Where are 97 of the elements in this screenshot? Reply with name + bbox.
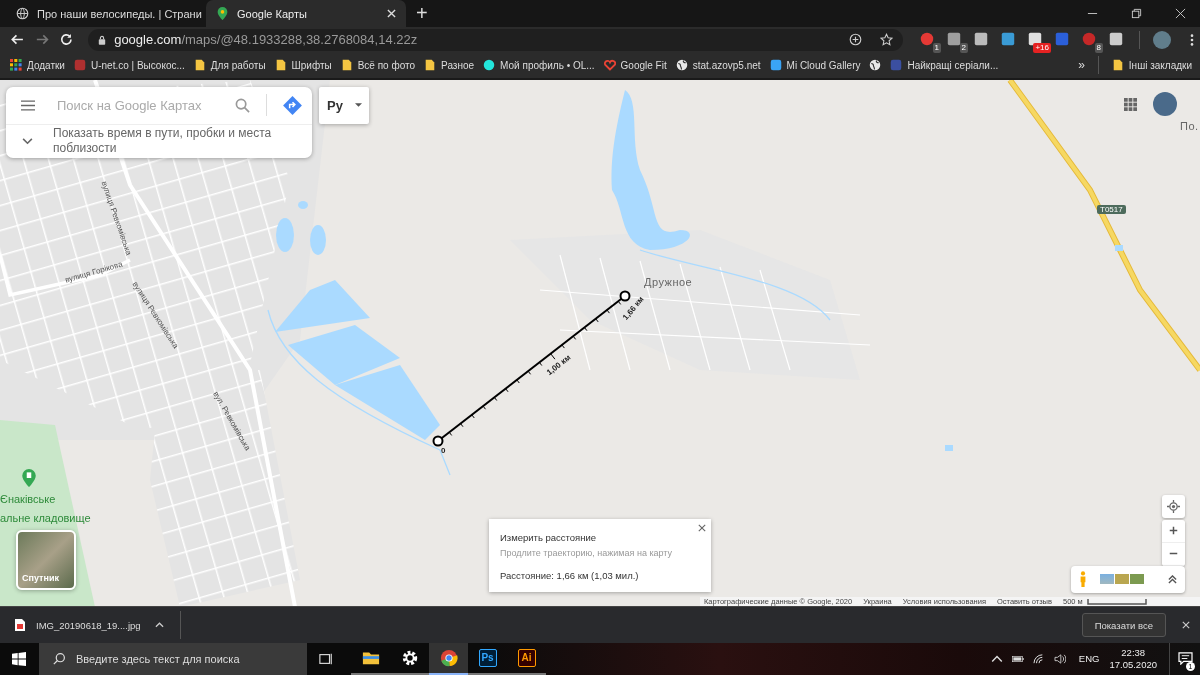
clock-date[interactable]: 17.05.2020: [1109, 659, 1157, 671]
input-language[interactable]: ENG: [1078, 653, 1100, 665]
heart-icon[interactable]: [603, 59, 616, 72]
bookmark-link[interactable]: Інші закладки: [1128, 59, 1192, 71]
bookmark-link[interactable]: Google Fit: [620, 59, 667, 71]
apps-grid-icon[interactable]: [1124, 97, 1137, 111]
extension-icon[interactable]: [973, 30, 989, 47]
more-bookmarks-button[interactable]: »: [1078, 58, 1085, 73]
suggestion-text[interactable]: Показать время в пути, пробки и места поблизости: [53, 126, 300, 157]
imagery-thumbnail[interactable]: [1130, 574, 1144, 585]
road-number-badge: T0517: [1097, 204, 1126, 214]
globe-icon[interactable]: [675, 59, 688, 72]
count-badge: 2: [959, 42, 968, 53]
url-text: google.com/maps/@48.1933288,38.2768084,14.22z: [114, 32, 418, 48]
star-icon[interactable]: [880, 33, 893, 47]
location-icon: [1167, 499, 1180, 513]
extension-icon[interactable]: [1108, 30, 1124, 47]
taskbar-app[interactable]: [429, 643, 468, 675]
bookmark-link[interactable]: Найкращі серіали...: [907, 59, 999, 71]
folder-icon[interactable]: [340, 59, 353, 72]
image-file-icon: [14, 618, 26, 632]
count-badge: +16: [1033, 42, 1051, 53]
card-title: Измерить расстояние: [500, 531, 598, 543]
clock-time[interactable]: 22:38: [1121, 647, 1146, 659]
extension-icon[interactable]: [946, 30, 962, 47]
place-label: Дружное: [644, 275, 693, 288]
plus-icon: [1169, 526, 1178, 536]
cemetery-label: альне кладовище: [0, 511, 91, 524]
ponds-drawing: [276, 200, 326, 255]
bookmark-link[interactable]: stat.azovp5.net: [692, 59, 761, 71]
distance-text: Расстояние: 1,66 км (1,03 мил.): [500, 569, 640, 581]
download-file-name[interactable]: IMG_20190618_19....jpg: [36, 619, 141, 631]
caret-icon[interactable]: [355, 103, 362, 108]
map-pin-icon: [216, 7, 229, 20]
browser-tab[interactable]: Google Карты: [206, 0, 406, 27]
globe-icon[interactable]: [869, 59, 882, 72]
add-circle-icon[interactable]: [849, 33, 862, 47]
imagery-thumbnail[interactable]: [1115, 574, 1129, 585]
new-tab-button[interactable]: +: [406, 0, 438, 27]
chevron-down-icon[interactable]: [22, 137, 33, 145]
search-icon[interactable]: [235, 97, 250, 113]
extension-icon[interactable]: [1027, 30, 1043, 47]
folder-icon[interactable]: [193, 59, 206, 72]
reload-icon[interactable]: [59, 32, 75, 48]
restore-icon[interactable]: [1131, 8, 1142, 19]
address-bar[interactable]: google.com/maps/@48.1933288,38.2768084,14.22z: [88, 28, 903, 51]
task-view-icon[interactable]: [319, 652, 333, 666]
show-all-button[interactable]: Показати все: [1081, 613, 1166, 637]
menu-icon[interactable]: [21, 99, 35, 111]
map-pin-icon[interactable]: [22, 468, 36, 487]
bookmark-link[interactable]: Шрифты: [291, 59, 332, 71]
volume-icon[interactable]: [1053, 654, 1066, 664]
taskbar-app[interactable]: Ai: [507, 643, 546, 675]
scale-bar-icon: [1086, 598, 1147, 605]
taskbar-search-field[interactable]: Введите здесь текст для поиска: [39, 643, 307, 675]
folder-icon[interactable]: [424, 59, 437, 72]
language-button[interactable]: Ру: [319, 86, 369, 124]
distance-label: 1,00 км: [545, 352, 573, 377]
tab-title: Про наши велосипеды. | Страни: [37, 7, 202, 20]
search-icon: [53, 652, 66, 666]
site-icon[interactable]: [483, 59, 496, 72]
bookmark-link[interactable]: Мой профиль • OL...: [500, 59, 595, 71]
menu-icon[interactable]: [1190, 32, 1194, 47]
battery-icon[interactable]: [1011, 654, 1024, 664]
lock-icon: [98, 34, 107, 45]
my-location-button[interactable]: [1162, 494, 1185, 518]
cemetery-label: Єнаківське: [0, 492, 56, 505]
hint-text: Продлите траекторию, нажимая на карту: [500, 547, 674, 558]
extension-icon[interactable]: [1000, 30, 1016, 47]
folder-icon[interactable]: [274, 59, 287, 72]
bookmark-link[interactable]: Разное: [441, 59, 475, 71]
taskbar-app[interactable]: Ps: [468, 643, 507, 675]
avatar-icon[interactable]: [1153, 30, 1171, 49]
place-label: По.: [1180, 119, 1199, 132]
apps-grid-icon[interactable]: [10, 59, 22, 72]
count-badge: 8: [1094, 42, 1103, 53]
zoom-in-button[interactable]: [1162, 519, 1185, 543]
close-icon[interactable]: [698, 523, 706, 532]
street-label: вулиця Горікова: [64, 259, 124, 285]
bookmark-link[interactable]: Всё по фото: [357, 59, 416, 71]
bookmark-link[interactable]: Додатки: [27, 59, 65, 71]
imagery-thumbnail[interactable]: [1100, 574, 1114, 585]
count-badge: 1: [932, 42, 941, 53]
bookmark-link[interactable]: Mi Cloud Gallery: [786, 59, 861, 71]
site-icon[interactable]: [769, 59, 782, 72]
tab-title: Google Карты: [237, 7, 308, 20]
bookmark-link[interactable]: U-net.co | Высокос...: [90, 59, 185, 71]
distance-label: 0: [441, 445, 446, 455]
bookmark-link[interactable]: Для работы: [210, 59, 266, 71]
chevron-up-icon[interactable]: [1168, 574, 1177, 584]
notification-icon[interactable]: [1177, 652, 1193, 666]
folder-icon[interactable]: [1111, 59, 1124, 72]
chrome-icon: [439, 649, 458, 667]
windows-logo-icon[interactable]: [12, 652, 26, 666]
globe-icon: [16, 7, 29, 20]
wifi-icon[interactable]: [1032, 654, 1045, 664]
gear-icon: [400, 649, 419, 667]
